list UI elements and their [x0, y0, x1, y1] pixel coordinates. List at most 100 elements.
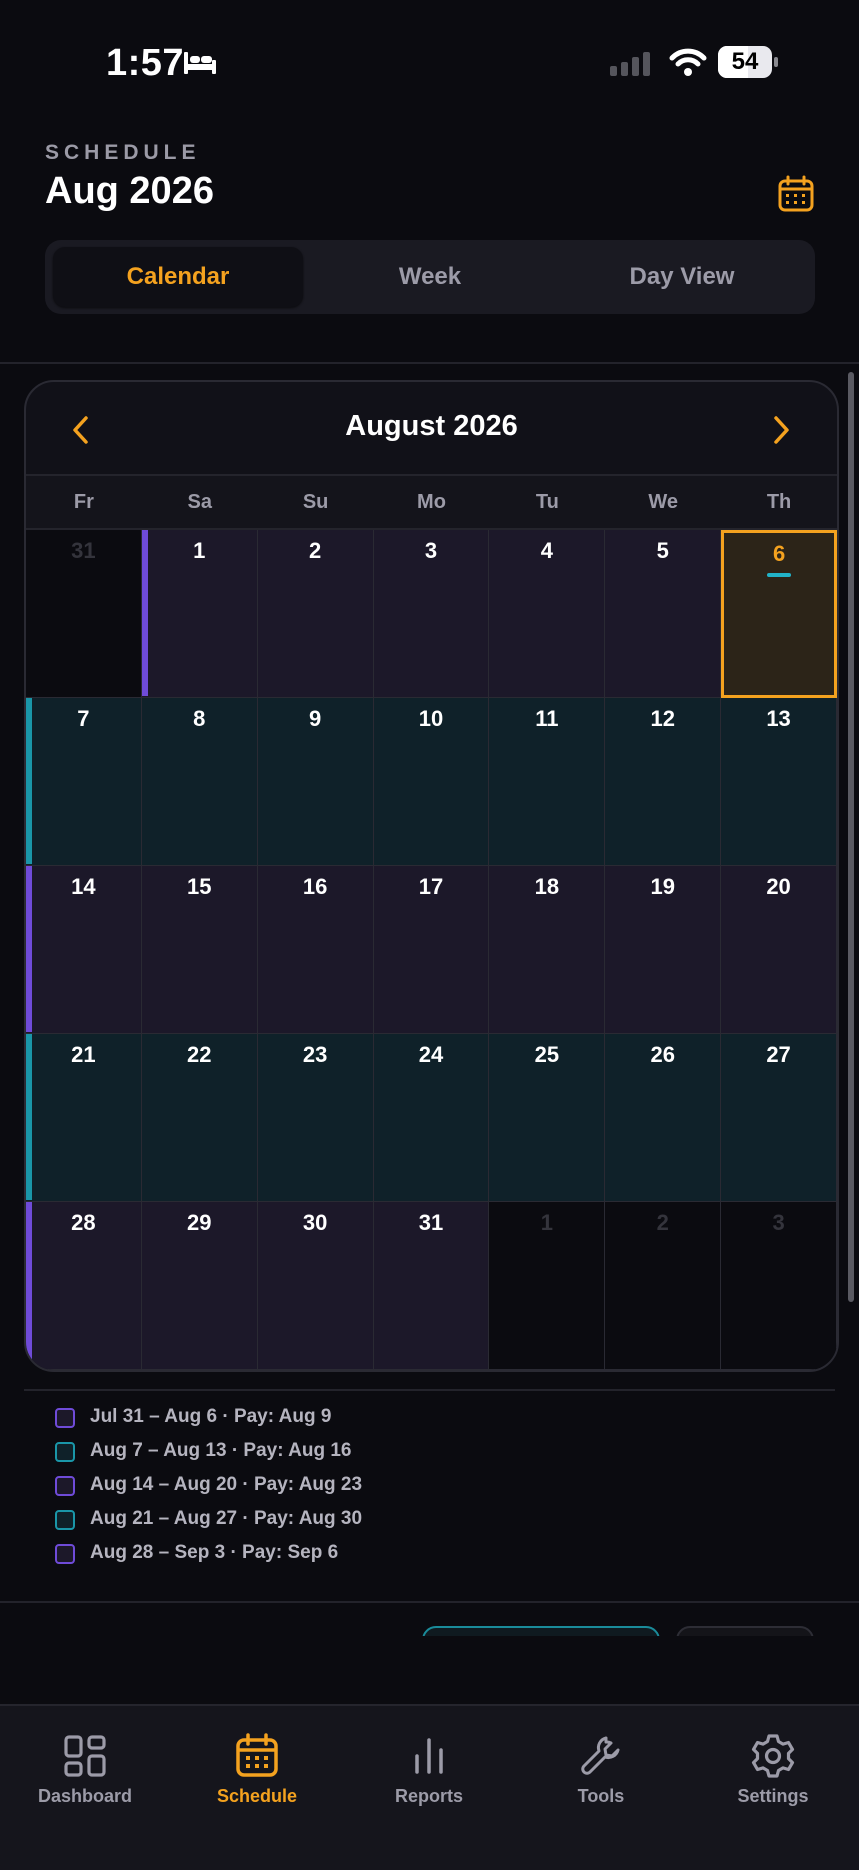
pay-period-stripe: [26, 1034, 32, 1200]
sleep-focus-icon: [184, 52, 216, 74]
day-number: 3: [772, 1210, 785, 1235]
calendar-picker-icon[interactable]: [776, 174, 816, 214]
tab-calendar[interactable]: Calendar: [53, 247, 303, 307]
day-number: 2: [309, 538, 322, 563]
day-cell[interactable]: 28: [26, 1202, 142, 1370]
tab-week[interactable]: Week: [303, 247, 557, 307]
legend-swatch: [55, 1408, 75, 1428]
day-cell[interactable]: 27: [721, 1034, 837, 1202]
nav-settings[interactable]: Settings: [698, 1732, 848, 1842]
day-cell[interactable]: 10: [373, 698, 490, 866]
weekday-label: Mo: [417, 491, 446, 513]
day-number: 22: [187, 1042, 212, 1067]
weekday-label: Tu: [535, 491, 559, 513]
pay-period-stripe: [141, 530, 148, 696]
status-bar: 1:57 54: [0, 0, 859, 120]
nav-label: Dashboard: [37, 1786, 133, 1806]
bottom-tab-bar: Dashboard Schedule Reports Tools Setting…: [0, 1704, 859, 1870]
day-cell[interactable]: 25: [489, 1034, 606, 1202]
day-cell[interactable]: 12: [605, 698, 722, 866]
day-cell[interactable]: 23: [257, 1034, 374, 1202]
nav-tools[interactable]: Tools: [526, 1732, 676, 1842]
month-label: August 2026: [345, 410, 518, 442]
day-cell[interactable]: 8: [141, 698, 258, 866]
day-number: 14: [71, 874, 96, 899]
day-cell[interactable]: 19: [605, 866, 722, 1034]
day-number: 5: [656, 538, 669, 563]
cellular-signal-icon: [610, 52, 650, 76]
day-number: 25: [534, 1042, 560, 1067]
day-number: 10: [418, 706, 444, 731]
day-cell[interactable]: 16: [257, 866, 374, 1034]
tab-day-view[interactable]: Day View: [557, 247, 807, 307]
day-cell[interactable]: 9: [257, 698, 374, 866]
event-indicator: [767, 573, 792, 577]
day-cell[interactable]: 5: [605, 530, 722, 698]
day-number: 11: [535, 706, 559, 731]
day-number: 29: [187, 1210, 212, 1235]
nav-dashboard[interactable]: Dashboard: [10, 1732, 160, 1842]
day-cell: 31: [26, 530, 142, 698]
day-cell[interactable]: 31: [373, 1202, 490, 1370]
day-cell[interactable]: 30: [257, 1202, 374, 1370]
day-cell[interactable]: 2: [257, 530, 374, 698]
legend-label: Aug 7 – Aug 13 · Pay: Aug 16: [90, 1440, 352, 1461]
footer-divider: [0, 1601, 859, 1603]
day-cell: 2: [605, 1202, 722, 1370]
day-cell[interactable]: 21: [26, 1034, 142, 1202]
day-cell[interactable]: 4: [489, 530, 606, 698]
day-number: 15: [187, 874, 212, 899]
pay-period-stripe: [26, 698, 32, 864]
day-cell-today[interactable]: 6: [721, 530, 837, 698]
day-cell[interactable]: 11: [489, 698, 606, 866]
nav-label: Reports: [394, 1786, 463, 1806]
day-number: 26: [650, 1042, 675, 1067]
calendar-grid: 31 1 2 3 4 5 6 7 8 9 10 11 12 13 14 15 16 17 18 19 20 21 22 23 2…: [26, 530, 837, 1370]
day-number: 18: [534, 874, 560, 899]
day-number: 3: [424, 538, 438, 563]
day-number: 24: [418, 1042, 444, 1067]
day-cell[interactable]: 20: [721, 866, 837, 1034]
legend-label: Jul 31 – Aug 6 · Pay: Aug 9: [90, 1406, 332, 1427]
day-number: 13: [766, 706, 791, 731]
pay-period-stripe: [26, 1202, 32, 1368]
day-number: 27: [766, 1042, 791, 1067]
calendar-header: August 2026: [26, 382, 837, 476]
page-title: Aug 2026: [45, 170, 214, 212]
nav-schedule[interactable]: Schedule: [182, 1732, 332, 1842]
day-number: 31: [71, 538, 96, 563]
day-cell[interactable]: 14: [26, 866, 142, 1034]
day-cell: 3: [721, 1202, 837, 1370]
day-cell[interactable]: 13: [721, 698, 837, 866]
day-cell: 1: [489, 1202, 606, 1370]
pay-period-stripe: [26, 866, 32, 1032]
day-cell[interactable]: 22: [141, 1034, 258, 1202]
day-cell[interactable]: 7: [26, 698, 142, 866]
header-divider: [0, 362, 859, 364]
day-number: 7: [77, 706, 90, 731]
day-cell[interactable]: 17: [373, 866, 490, 1034]
day-cell[interactable]: 29: [141, 1202, 258, 1370]
day-number: 28: [71, 1210, 96, 1235]
legend-swatch: [55, 1544, 75, 1564]
battery-indicator: 54: [718, 46, 778, 78]
day-cell[interactable]: 15: [141, 866, 258, 1034]
legend-swatch: [55, 1442, 75, 1462]
day-number: 2: [656, 1210, 669, 1235]
day-cell[interactable]: 24: [373, 1034, 490, 1202]
next-month-button[interactable]: [766, 412, 796, 448]
weekday-label: Th: [766, 491, 792, 513]
day-cell[interactable]: 18: [489, 866, 606, 1034]
view-mode-segmented-control: Calendar Week Day View: [45, 240, 815, 314]
nav-reports[interactable]: Reports: [354, 1732, 504, 1842]
nav-label: Schedule: [216, 1786, 298, 1806]
legend-label: Aug 28 – Sep 3 · Pay: Sep 6: [90, 1542, 339, 1563]
day-cell[interactable]: 3: [373, 530, 490, 698]
day-number: 6: [772, 541, 786, 566]
weekday-label: We: [648, 491, 679, 513]
day-number: 20: [766, 874, 791, 899]
day-cell[interactable]: 1: [141, 530, 258, 698]
day-cell[interactable]: 26: [605, 1034, 722, 1202]
weekday-label: Su: [302, 491, 329, 513]
weekday-label: Sa: [187, 491, 212, 513]
